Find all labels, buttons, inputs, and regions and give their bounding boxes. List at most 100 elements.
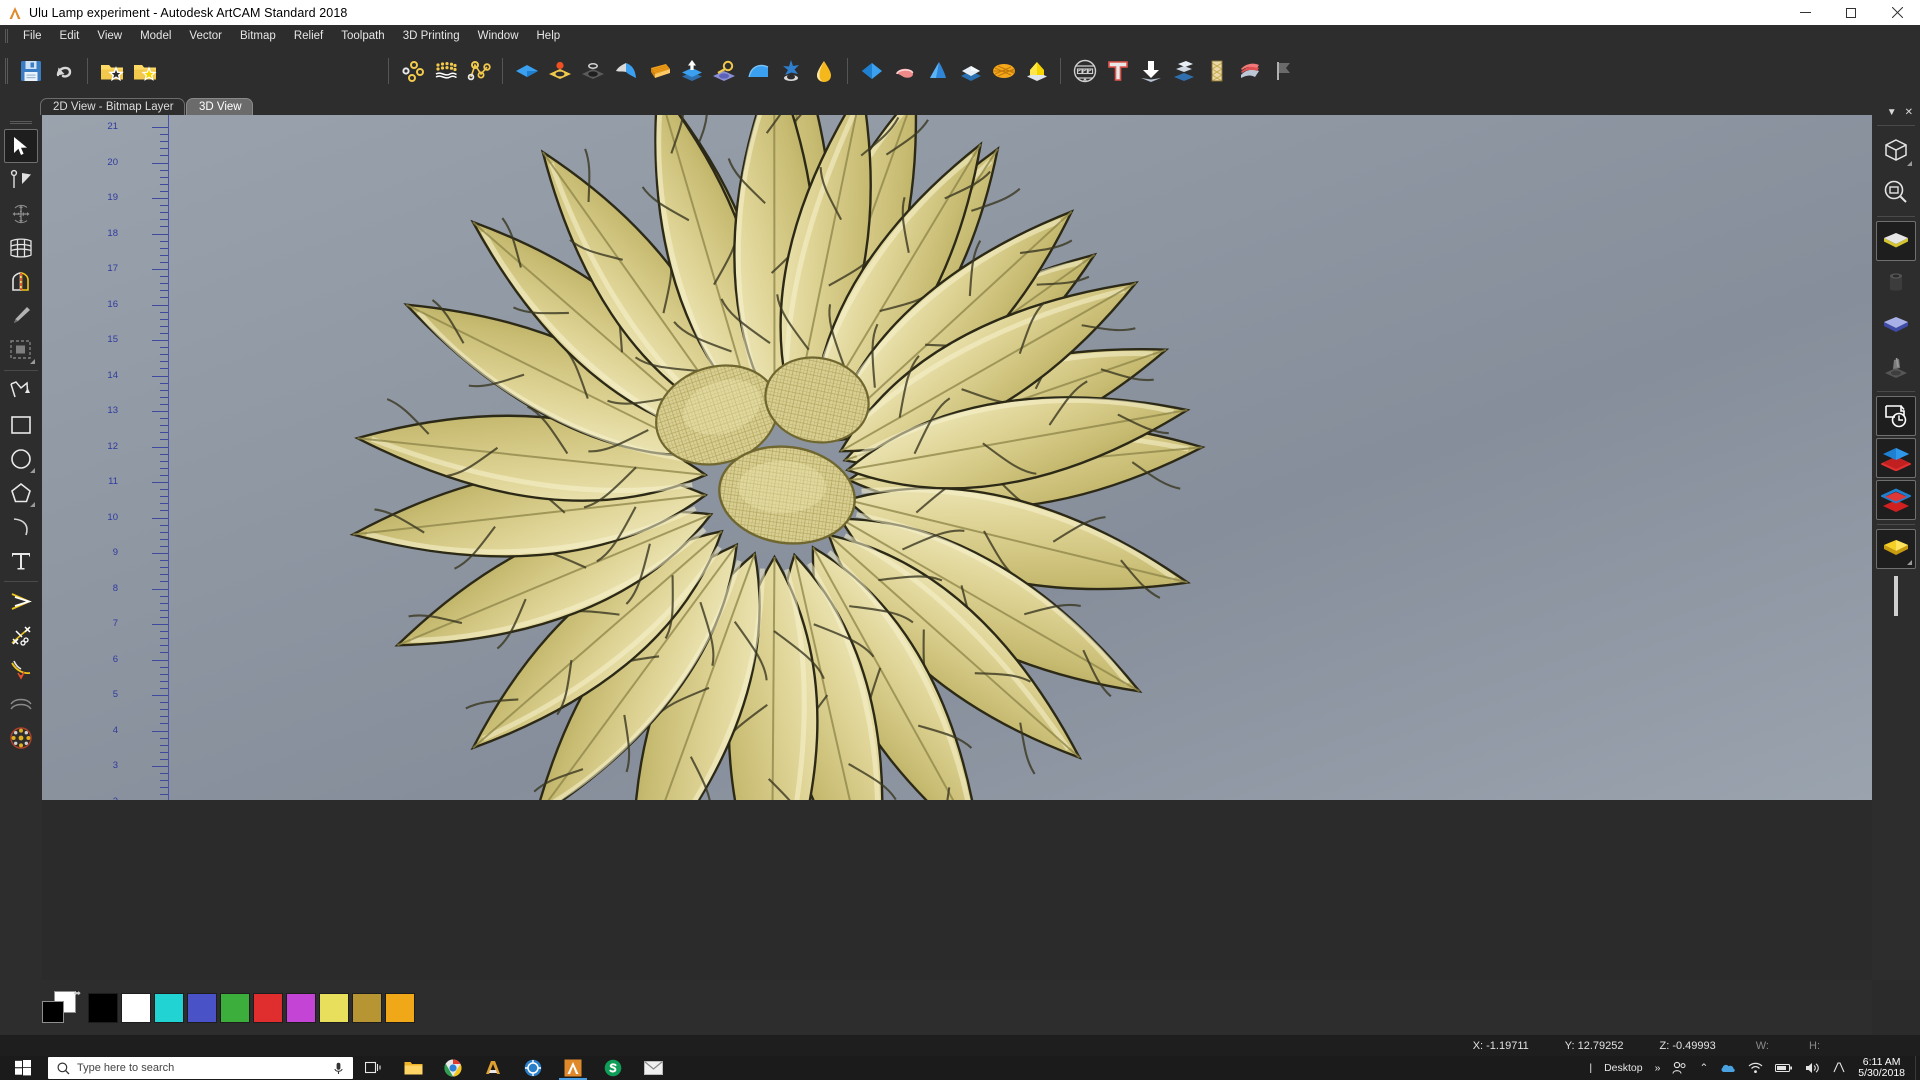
- open-project-button[interactable]: [95, 55, 128, 88]
- polygon-tool[interactable]: [4, 476, 38, 510]
- layer-blue-button[interactable]: [1876, 305, 1916, 345]
- menu-vector[interactable]: Vector: [180, 27, 231, 45]
- relief-offset-button[interactable]: [675, 55, 708, 88]
- menu-file[interactable]: File: [14, 27, 51, 45]
- task-view-button[interactable]: [353, 1056, 393, 1080]
- palette-swatch[interactable]: [121, 992, 151, 1023]
- palette-swatch[interactable]: [286, 992, 316, 1023]
- foreground-color-swatch[interactable]: [42, 1000, 64, 1023]
- nest-vectors-tool[interactable]: [4, 721, 38, 755]
- onedrive-icon[interactable]: [1714, 1056, 1742, 1080]
- smart-engrave-button[interactable]: [1068, 55, 1101, 88]
- palette-swatch[interactable]: [187, 992, 217, 1023]
- shading-button[interactable]: [1876, 347, 1916, 387]
- fillet-tool[interactable]: [4, 653, 38, 687]
- text-tool-button[interactable]: [1101, 55, 1134, 88]
- save-button[interactable]: [14, 55, 47, 88]
- taskbar-app-artcam[interactable]: [553, 1056, 593, 1080]
- left-panel-grip[interactable]: [10, 121, 32, 124]
- relief-dome-button[interactable]: [543, 55, 576, 88]
- gold-layer-button[interactable]: [1876, 529, 1916, 569]
- minimize-button[interactable]: [1782, 0, 1828, 25]
- vector-dots-wave-button[interactable]: [429, 55, 462, 88]
- search-input-placeholder[interactable]: Type here to search: [77, 1062, 333, 1074]
- palette-swatch[interactable]: [352, 992, 382, 1023]
- start-button[interactable]: [0, 1056, 46, 1080]
- people-icon[interactable]: [1666, 1056, 1693, 1080]
- mesh-warp-tool[interactable]: [4, 231, 38, 265]
- 3d-view-canvas[interactable]: 21201918171615141312111098765432: [42, 115, 1872, 800]
- layers-red-blue-button[interactable]: [1876, 480, 1916, 520]
- taskbar-clock[interactable]: 6:11 AM 5/30/2018: [1852, 1057, 1915, 1079]
- zoom-region-button[interactable]: [1876, 172, 1916, 212]
- relief-texture-button[interactable]: [642, 55, 675, 88]
- toolbar-drag-grip[interactable]: [5, 58, 8, 84]
- vector-path-nodes-button[interactable]: [462, 55, 495, 88]
- tab-3d-view[interactable]: 3D View: [186, 98, 253, 115]
- cube-view-button[interactable]: [1876, 130, 1916, 170]
- battery-icon[interactable]: [1769, 1056, 1799, 1080]
- right-panel-scroll-thumb[interactable]: [1894, 576, 1898, 616]
- taskbar-app-chrome[interactable]: [433, 1056, 473, 1080]
- view-history-button[interactable]: [1876, 396, 1916, 436]
- volume-icon[interactable]: [1799, 1056, 1826, 1080]
- layers-blue-red-button[interactable]: [1876, 438, 1916, 478]
- text-tool[interactable]: [4, 544, 38, 578]
- vector-nodes-button[interactable]: [396, 55, 429, 88]
- taskbar-app-file-explorer[interactable]: [393, 1056, 433, 1080]
- network-icon[interactable]: [1742, 1056, 1769, 1080]
- menu-window[interactable]: Window: [469, 27, 528, 45]
- menu-view[interactable]: View: [88, 27, 131, 45]
- ellipse-tool[interactable]: [4, 442, 38, 476]
- menu-relief[interactable]: Relief: [285, 27, 332, 45]
- menu-help[interactable]: Help: [528, 27, 570, 45]
- desktop-toolbar-label[interactable]: Desktop: [1598, 1056, 1649, 1080]
- relief-star-button[interactable]: [774, 55, 807, 88]
- weave-pattern-button[interactable]: [1200, 55, 1233, 88]
- shape-tube-button[interactable]: [888, 55, 921, 88]
- save-project-button[interactable]: [128, 55, 161, 88]
- menu-bitmap[interactable]: Bitmap: [231, 27, 285, 45]
- rectangle-tool[interactable]: [4, 408, 38, 442]
- undo-button[interactable]: [47, 55, 80, 88]
- arc-tool[interactable]: [4, 510, 38, 544]
- taskbar-app-artcam-jet[interactable]: [473, 1056, 513, 1080]
- relief-layer-white-button[interactable]: [1876, 221, 1916, 261]
- taskbar-app-skype[interactable]: [593, 1056, 633, 1080]
- relief-wave-button[interactable]: [741, 55, 774, 88]
- input-indicator-icon[interactable]: [1826, 1056, 1852, 1080]
- offset-tool[interactable]: [4, 687, 38, 721]
- relief-drop-button[interactable]: [807, 55, 840, 88]
- trim-vectors-tool[interactable]: [4, 619, 38, 653]
- marquee-select-tool[interactable]: [4, 333, 38, 367]
- node-edit-tool[interactable]: [4, 163, 38, 197]
- mirror-tool[interactable]: [4, 265, 38, 299]
- taskbar-app-settings[interactable]: [513, 1056, 553, 1080]
- close-button[interactable]: [1874, 0, 1920, 25]
- relief-layers-button[interactable]: [1233, 55, 1266, 88]
- palette-swatch[interactable]: [319, 992, 349, 1023]
- shape-weave-button[interactable]: [987, 55, 1020, 88]
- show-desktop-button[interactable]: [1915, 1056, 1920, 1080]
- palette-swatch[interactable]: [154, 992, 184, 1023]
- sculpt-tool[interactable]: [4, 299, 38, 333]
- desktop-overflow-icon[interactable]: »: [1649, 1056, 1667, 1080]
- vector-boolean-tool[interactable]: [4, 585, 38, 619]
- tray-chevron-icon[interactable]: ⌃: [1693, 1056, 1714, 1080]
- palette-swatch[interactable]: [253, 992, 283, 1023]
- cylinder-view-button[interactable]: [1876, 263, 1916, 303]
- polyline-tool[interactable]: [4, 374, 38, 408]
- import-relief-button[interactable]: [1134, 55, 1167, 88]
- taskbar-app-mail[interactable]: [633, 1056, 673, 1080]
- transform-tool[interactable]: [4, 197, 38, 231]
- menu-3d-printing[interactable]: 3D Printing: [394, 27, 469, 45]
- close-panel-icon[interactable]: ✕: [1905, 108, 1913, 118]
- layer-stack-button[interactable]: [1167, 55, 1200, 88]
- shape-diamond-button[interactable]: [855, 55, 888, 88]
- menu-toolpath[interactable]: Toolpath: [332, 27, 393, 45]
- palette-swatch[interactable]: [220, 992, 250, 1023]
- select-tool[interactable]: [4, 129, 38, 163]
- maximize-button[interactable]: [1828, 0, 1874, 25]
- relief-shape-button[interactable]: [510, 55, 543, 88]
- palette-swatch[interactable]: [385, 992, 415, 1023]
